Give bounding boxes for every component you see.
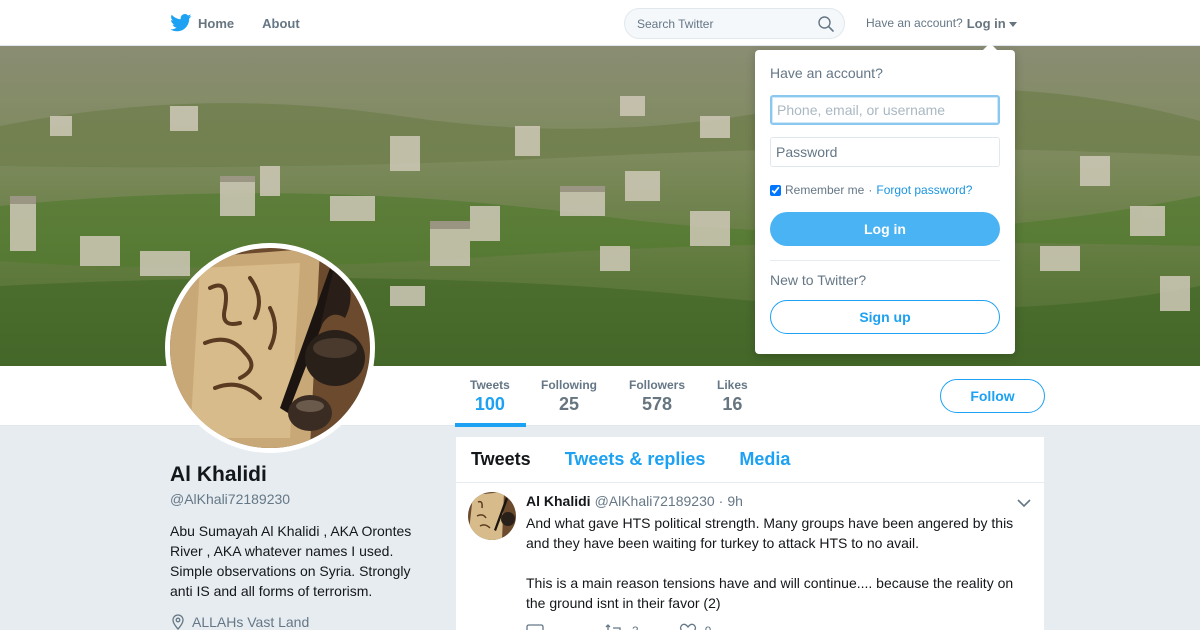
tweet-header: Al Khalidi @AlKhali72189230 · 9h	[526, 493, 743, 509]
location-pin-icon	[172, 614, 184, 630]
dropdown-divider	[770, 260, 1000, 261]
tweet-timestamp[interactable]: 9h	[727, 493, 743, 509]
tweet-avatar-image	[468, 492, 516, 540]
profile-location: ALLAHs Vast Land	[170, 614, 309, 630]
stat-following[interactable]: Following 25	[541, 378, 597, 415]
profile-handle: @AlKhali72189230	[170, 491, 291, 507]
stat-value: 16	[722, 394, 743, 414]
retweet-action[interactable]: 3	[604, 623, 639, 630]
remember-label[interactable]: Remember me	[785, 183, 864, 197]
tab-tweets-replies[interactable]: Tweets & replies	[565, 449, 706, 470]
profile-bio: Abu Sumayah Al Khalidi , AKA Orontes Riv…	[170, 523, 412, 599]
remember-separator: ·	[868, 183, 873, 197]
tweet-text: And what gave HTS political strength. Ma…	[526, 513, 1036, 613]
have-account-text: Have an account?	[866, 16, 963, 30]
search-input[interactable]	[625, 9, 805, 38]
signup-button[interactable]: Sign up	[770, 300, 1000, 334]
profile-avatar[interactable]	[165, 243, 375, 453]
tweet-separator: ·	[718, 493, 724, 509]
about-link[interactable]: About	[262, 16, 300, 31]
search-icon[interactable]	[818, 16, 834, 32]
tweet-actions: 3 9	[526, 623, 711, 630]
tweet-paragraph: This is a main reason tensions have and …	[526, 575, 1014, 611]
stat-value: 100	[474, 394, 505, 414]
dropdown-arrow	[982, 43, 998, 51]
remember-row: Remember me · Forgot password?	[770, 183, 972, 197]
nav-links: Home About	[170, 0, 300, 46]
heart-icon	[679, 623, 696, 630]
tweet-author-name[interactable]: Al Khalidi	[526, 493, 591, 509]
forgot-password-link[interactable]: Forgot password?	[876, 183, 972, 197]
login-toggle-label: Log in	[966, 15, 1006, 31]
login-button[interactable]: Log in	[770, 212, 1000, 246]
stat-label: Following	[541, 378, 597, 392]
location-text: ALLAHs Vast Land	[192, 614, 310, 630]
login-dropdown-toggle[interactable]: Log in	[967, 16, 1017, 31]
home-label: Home	[198, 15, 235, 31]
login-dropdown: Have an account? Remember me · Forgot pa…	[755, 43, 1015, 354]
tweet-paragraph: And what gave HTS political strength. Ma…	[526, 515, 1014, 551]
stat-label: Followers	[629, 378, 686, 392]
timeline: Tweets Tweets & replies Media Al Khalidi…	[456, 437, 1044, 630]
stat-label: Tweets	[470, 378, 510, 392]
timeline-tabs: Tweets Tweets & replies Media	[456, 437, 1044, 483]
dropdown-title: Have an account?	[770, 65, 883, 81]
stat-likes[interactable]: Likes 16	[717, 378, 748, 415]
stat-followers[interactable]: Followers 578	[629, 378, 685, 415]
tab-media[interactable]: Media	[739, 449, 790, 470]
stat-tweets[interactable]: Tweets 100	[470, 378, 510, 415]
stat-label: Likes	[717, 378, 748, 392]
chevron-down-icon[interactable]	[1016, 495, 1032, 511]
stat-value: 578	[641, 394, 673, 414]
account-area: Have an account? Log in	[866, 0, 1017, 46]
reply-action[interactable]	[526, 623, 544, 630]
retweet-icon	[605, 624, 621, 630]
about-label: About	[262, 15, 300, 31]
profile-name: Al Khalidi	[170, 463, 267, 486]
like-count: 9	[705, 624, 712, 630]
tweet-avatar[interactable]	[468, 492, 516, 540]
retweet-count: 3	[632, 624, 639, 630]
tab-tweets[interactable]: Tweets	[471, 449, 531, 470]
tweet-item[interactable]: Al Khalidi @AlKhali72189230 · 9h And wha…	[456, 483, 1044, 630]
new-to-twitter-text: New to Twitter?	[770, 272, 867, 288]
top-navigation-bar: Home About Have an account? Log in	[0, 0, 1200, 46]
avatar-image	[170, 248, 370, 448]
active-stat-underline	[455, 423, 526, 427]
twitter-bird-icon	[170, 14, 192, 32]
tweet-author-handle[interactable]: @AlKhali72189230	[595, 493, 715, 509]
search-box	[624, 8, 845, 39]
follow-button[interactable]: Follow	[940, 379, 1045, 413]
reply-icon	[526, 624, 544, 630]
password-input[interactable]	[770, 137, 1000, 167]
remember-checkbox[interactable]	[770, 184, 781, 196]
home-link[interactable]: Home	[170, 14, 234, 32]
like-action[interactable]: 9	[679, 623, 712, 630]
username-input[interactable]	[770, 95, 1000, 125]
caret-down-icon	[1008, 21, 1017, 27]
stat-value: 25	[558, 394, 580, 414]
